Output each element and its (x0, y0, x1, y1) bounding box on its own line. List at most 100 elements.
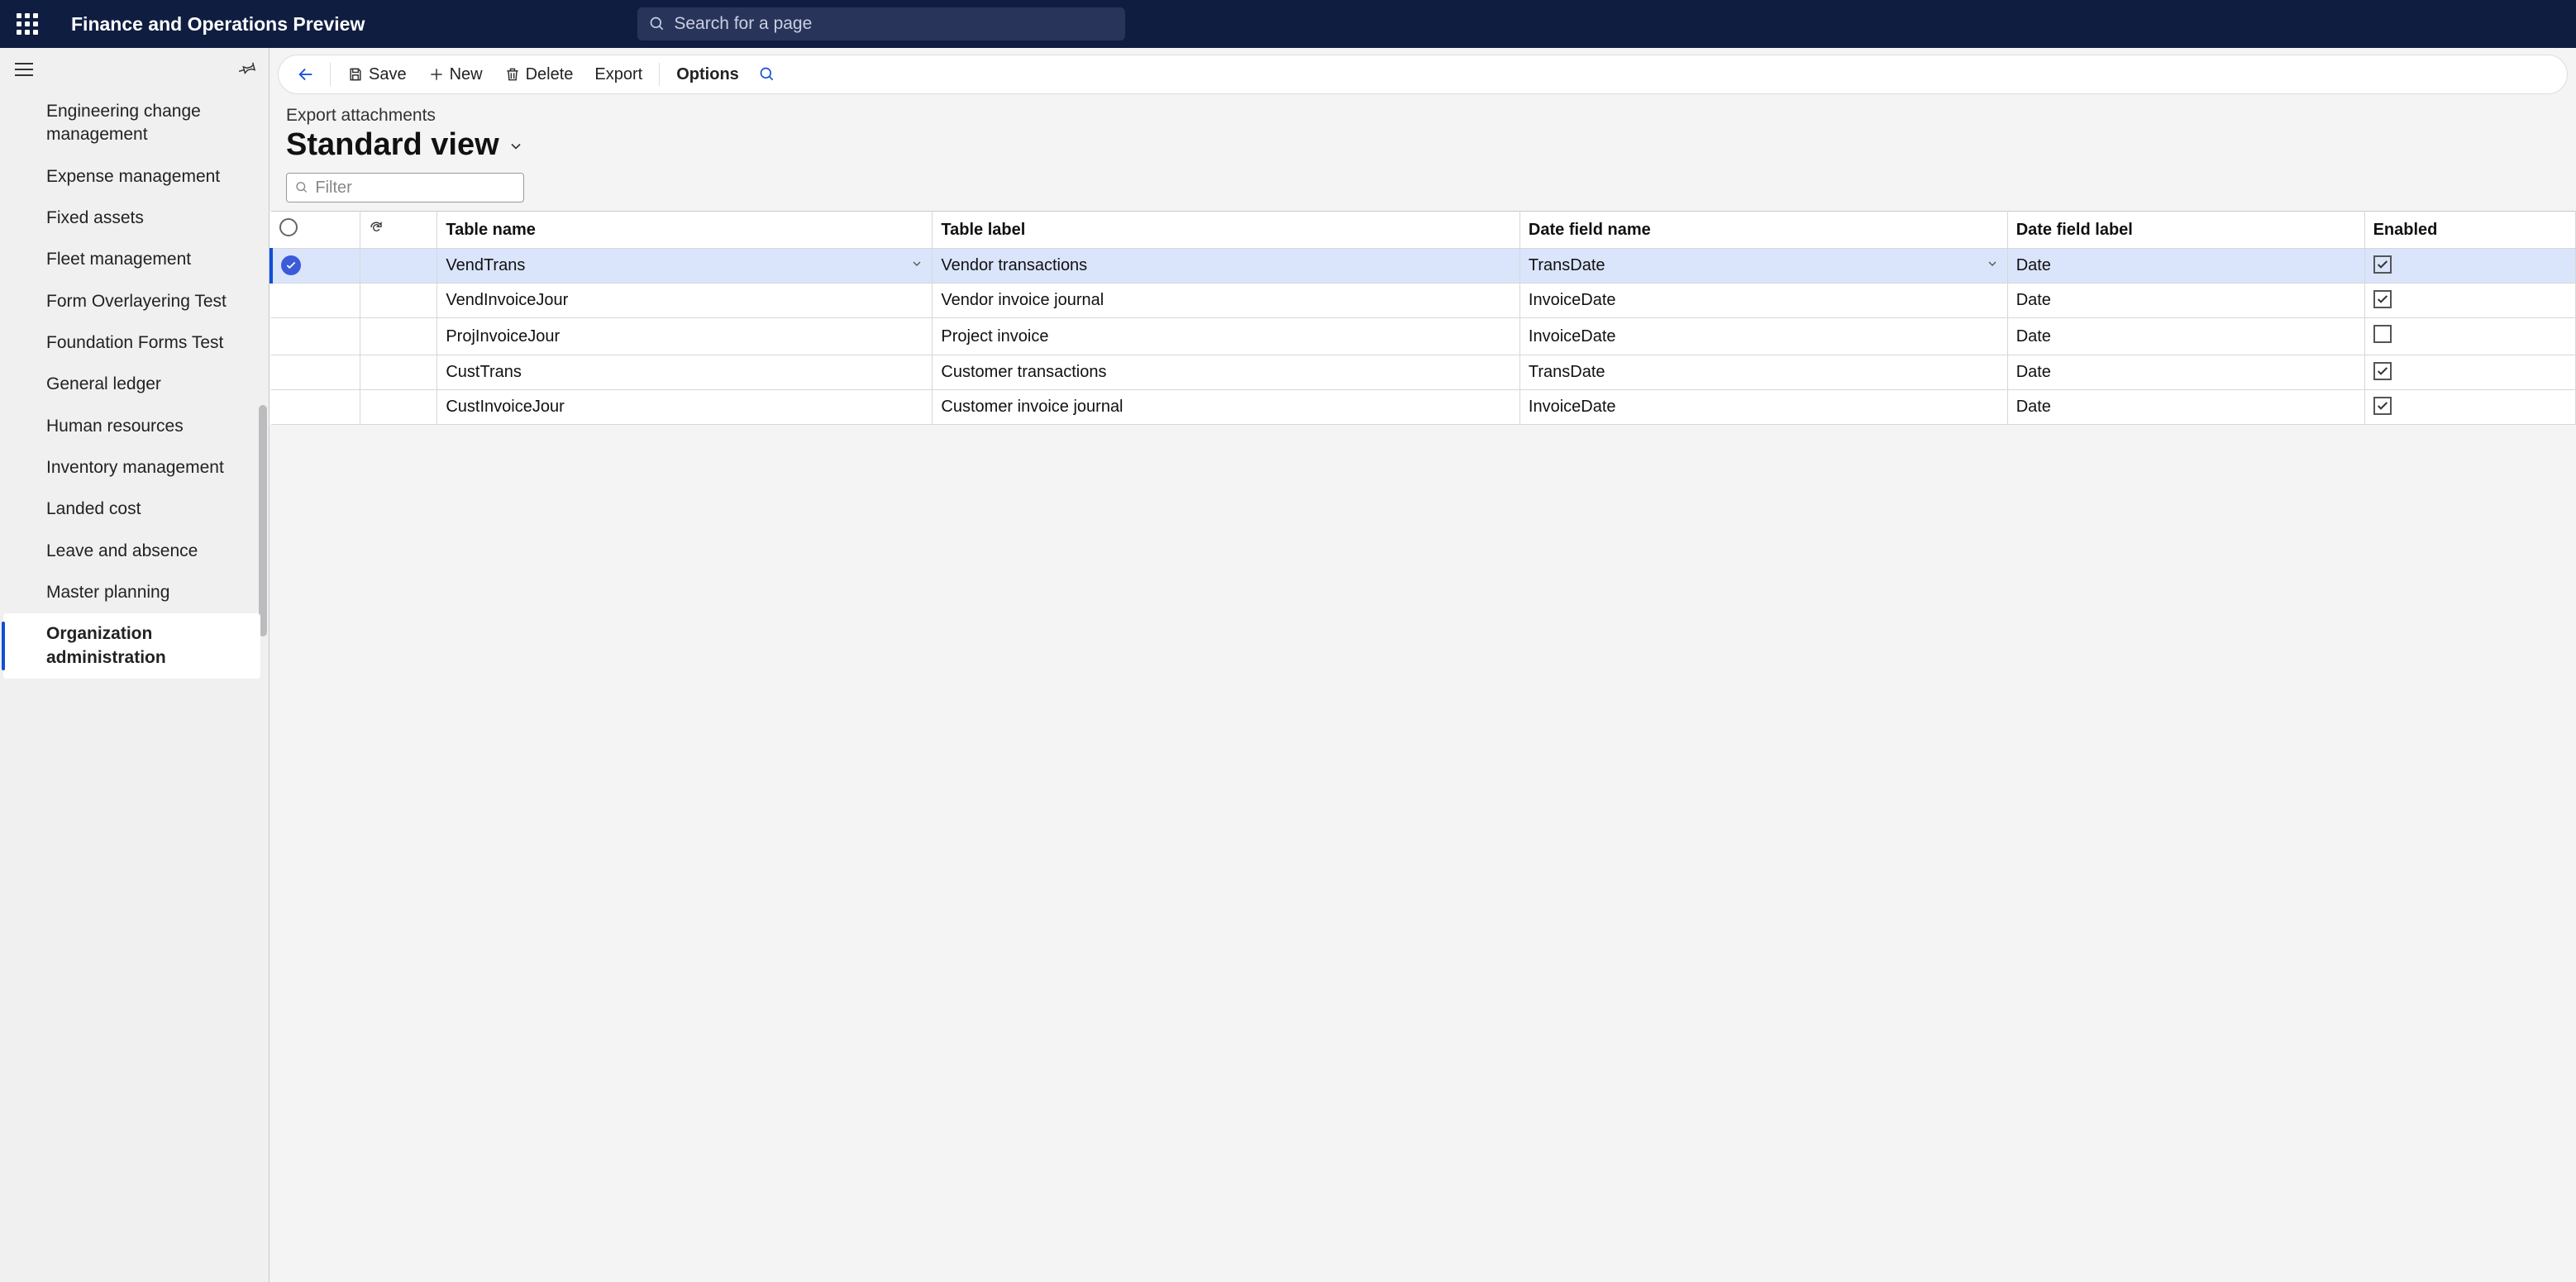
refresh-icon (369, 220, 384, 235)
delete-button[interactable]: Delete (494, 60, 584, 89)
app-title: Finance and Operations Preview (71, 13, 365, 36)
cell-date-field-name[interactable]: InvoiceDate (1519, 318, 2007, 355)
row-blank (360, 355, 437, 390)
nav-item[interactable]: Inventory management (0, 447, 269, 488)
row-blank (360, 249, 437, 284)
col-date-field-name[interactable]: Date field name (1519, 212, 2007, 249)
cell-table-label: Customer transactions (933, 355, 1520, 390)
options-button[interactable]: Options (666, 60, 749, 89)
nav-item[interactable]: Leave and absence (0, 531, 269, 572)
nav-item[interactable]: Fleet management (0, 239, 269, 280)
grid-filter-input[interactable] (315, 179, 515, 198)
cell-table-name[interactable]: CustInvoiceJour (437, 390, 933, 425)
plus-icon (428, 66, 445, 83)
export-label: Export (594, 65, 642, 84)
search-icon (649, 16, 665, 32)
chevron-down-icon (508, 138, 524, 155)
nav-collapse-button[interactable] (15, 63, 33, 76)
row-select[interactable] (271, 249, 360, 284)
nav-item[interactable]: General ledger (0, 364, 269, 405)
save-button[interactable]: Save (337, 60, 417, 89)
back-button[interactable] (289, 60, 323, 88)
cell-table-name[interactable]: ProjInvoiceJour (437, 318, 933, 355)
row-blank (360, 390, 437, 425)
cell-date-field-label: Date (2007, 284, 2364, 318)
row-select[interactable] (271, 318, 360, 355)
cell-table-label: Customer invoice journal (933, 390, 1520, 425)
search-icon (759, 66, 775, 83)
nav-item[interactable]: Human resources (0, 406, 269, 447)
cell-enabled[interactable] (2364, 284, 2575, 318)
nav-scrollbar[interactable] (259, 405, 267, 636)
trash-icon (504, 66, 521, 83)
row-select[interactable] (271, 284, 360, 318)
nav-item[interactable]: Foundation Forms Test (0, 322, 269, 364)
cell-date-field-name[interactable]: TransDate (1519, 249, 2007, 284)
nav-pane: Engineering change managementExpense man… (0, 48, 270, 1282)
row-select[interactable] (271, 390, 360, 425)
grid-filter[interactable] (286, 173, 524, 203)
cell-date-field-name[interactable]: TransDate (1519, 355, 2007, 390)
nav-item[interactable]: Expense management (0, 156, 269, 198)
app-header: Finance and Operations Preview (0, 0, 2576, 48)
row-blank (360, 318, 437, 355)
cell-enabled[interactable] (2364, 390, 2575, 425)
cell-table-label: Vendor invoice journal (933, 284, 1520, 318)
nav-list: Engineering change managementExpense man… (0, 91, 269, 1282)
cell-date-field-name[interactable]: InvoiceDate (1519, 284, 2007, 318)
table-row[interactable]: CustTransCustomer transactionsTransDateD… (271, 355, 2576, 390)
pin-icon[interactable] (239, 59, 257, 81)
table-row[interactable]: VendInvoiceJourVendor invoice journalInv… (271, 284, 2576, 318)
cell-table-name[interactable]: VendTrans (437, 249, 933, 284)
cell-table-label: Vendor transactions (933, 249, 1520, 284)
col-refresh[interactable] (360, 212, 437, 249)
cell-table-label: Project invoice (933, 318, 1520, 355)
nav-item[interactable]: Fixed assets (0, 198, 269, 239)
save-label: Save (369, 65, 407, 84)
app-launcher-icon[interactable] (12, 8, 43, 40)
cell-enabled[interactable] (2364, 318, 2575, 355)
main-content: Save New Delete Export Options Expo (270, 48, 2576, 1282)
cell-date-field-label: Date (2007, 318, 2364, 355)
view-selector-button[interactable] (508, 138, 524, 159)
page-subtitle: Export attachments (286, 106, 2576, 126)
cell-enabled[interactable] (2364, 249, 2575, 284)
export-button[interactable]: Export (584, 60, 652, 89)
nav-item[interactable]: Landed cost (0, 488, 269, 530)
cell-date-field-label: Date (2007, 355, 2364, 390)
delete-label: Delete (526, 65, 574, 84)
cell-table-name[interactable]: VendInvoiceJour (437, 284, 933, 318)
table-row[interactable]: ProjInvoiceJourProject invoiceInvoiceDat… (271, 318, 2576, 355)
col-enabled[interactable]: Enabled (2364, 212, 2575, 249)
cell-date-field-name[interactable]: InvoiceDate (1519, 390, 2007, 425)
table-row[interactable]: CustInvoiceJourCustomer invoice journalI… (271, 390, 2576, 425)
search-icon (295, 180, 308, 195)
col-select-all[interactable] (271, 212, 360, 249)
new-label: New (450, 65, 483, 84)
nav-item[interactable]: Master planning (0, 572, 269, 613)
data-grid: Table name Table label Date field name D… (270, 211, 2576, 425)
cell-enabled[interactable] (2364, 355, 2575, 390)
new-button[interactable]: New (418, 60, 493, 89)
row-select[interactable] (271, 355, 360, 390)
action-bar: Save New Delete Export Options (278, 55, 2568, 94)
table-row[interactable]: VendTransVendor transactionsTransDateDat… (271, 249, 2576, 284)
cell-table-name[interactable]: CustTrans (437, 355, 933, 390)
nav-item[interactable]: Form Overlayering Test (0, 281, 269, 322)
row-blank (360, 284, 437, 318)
nav-item[interactable]: Engineering change management (0, 91, 269, 156)
global-search-input[interactable] (674, 14, 1114, 34)
col-table-label[interactable]: Table label (933, 212, 1520, 249)
chevron-down-icon[interactable] (1986, 256, 1999, 275)
page-heading: Export attachments Standard view (270, 94, 2576, 171)
nav-item[interactable]: Organization administration (3, 613, 260, 679)
col-date-field-label[interactable]: Date field label (2007, 212, 2364, 249)
chevron-down-icon[interactable] (910, 256, 923, 275)
actionbar-search-button[interactable] (751, 61, 784, 88)
options-label: Options (676, 65, 739, 84)
view-name: Standard view (286, 127, 499, 163)
global-search[interactable] (637, 7, 1125, 41)
cell-date-field-label: Date (2007, 249, 2364, 284)
cell-date-field-label: Date (2007, 390, 2364, 425)
col-table-name[interactable]: Table name (437, 212, 933, 249)
